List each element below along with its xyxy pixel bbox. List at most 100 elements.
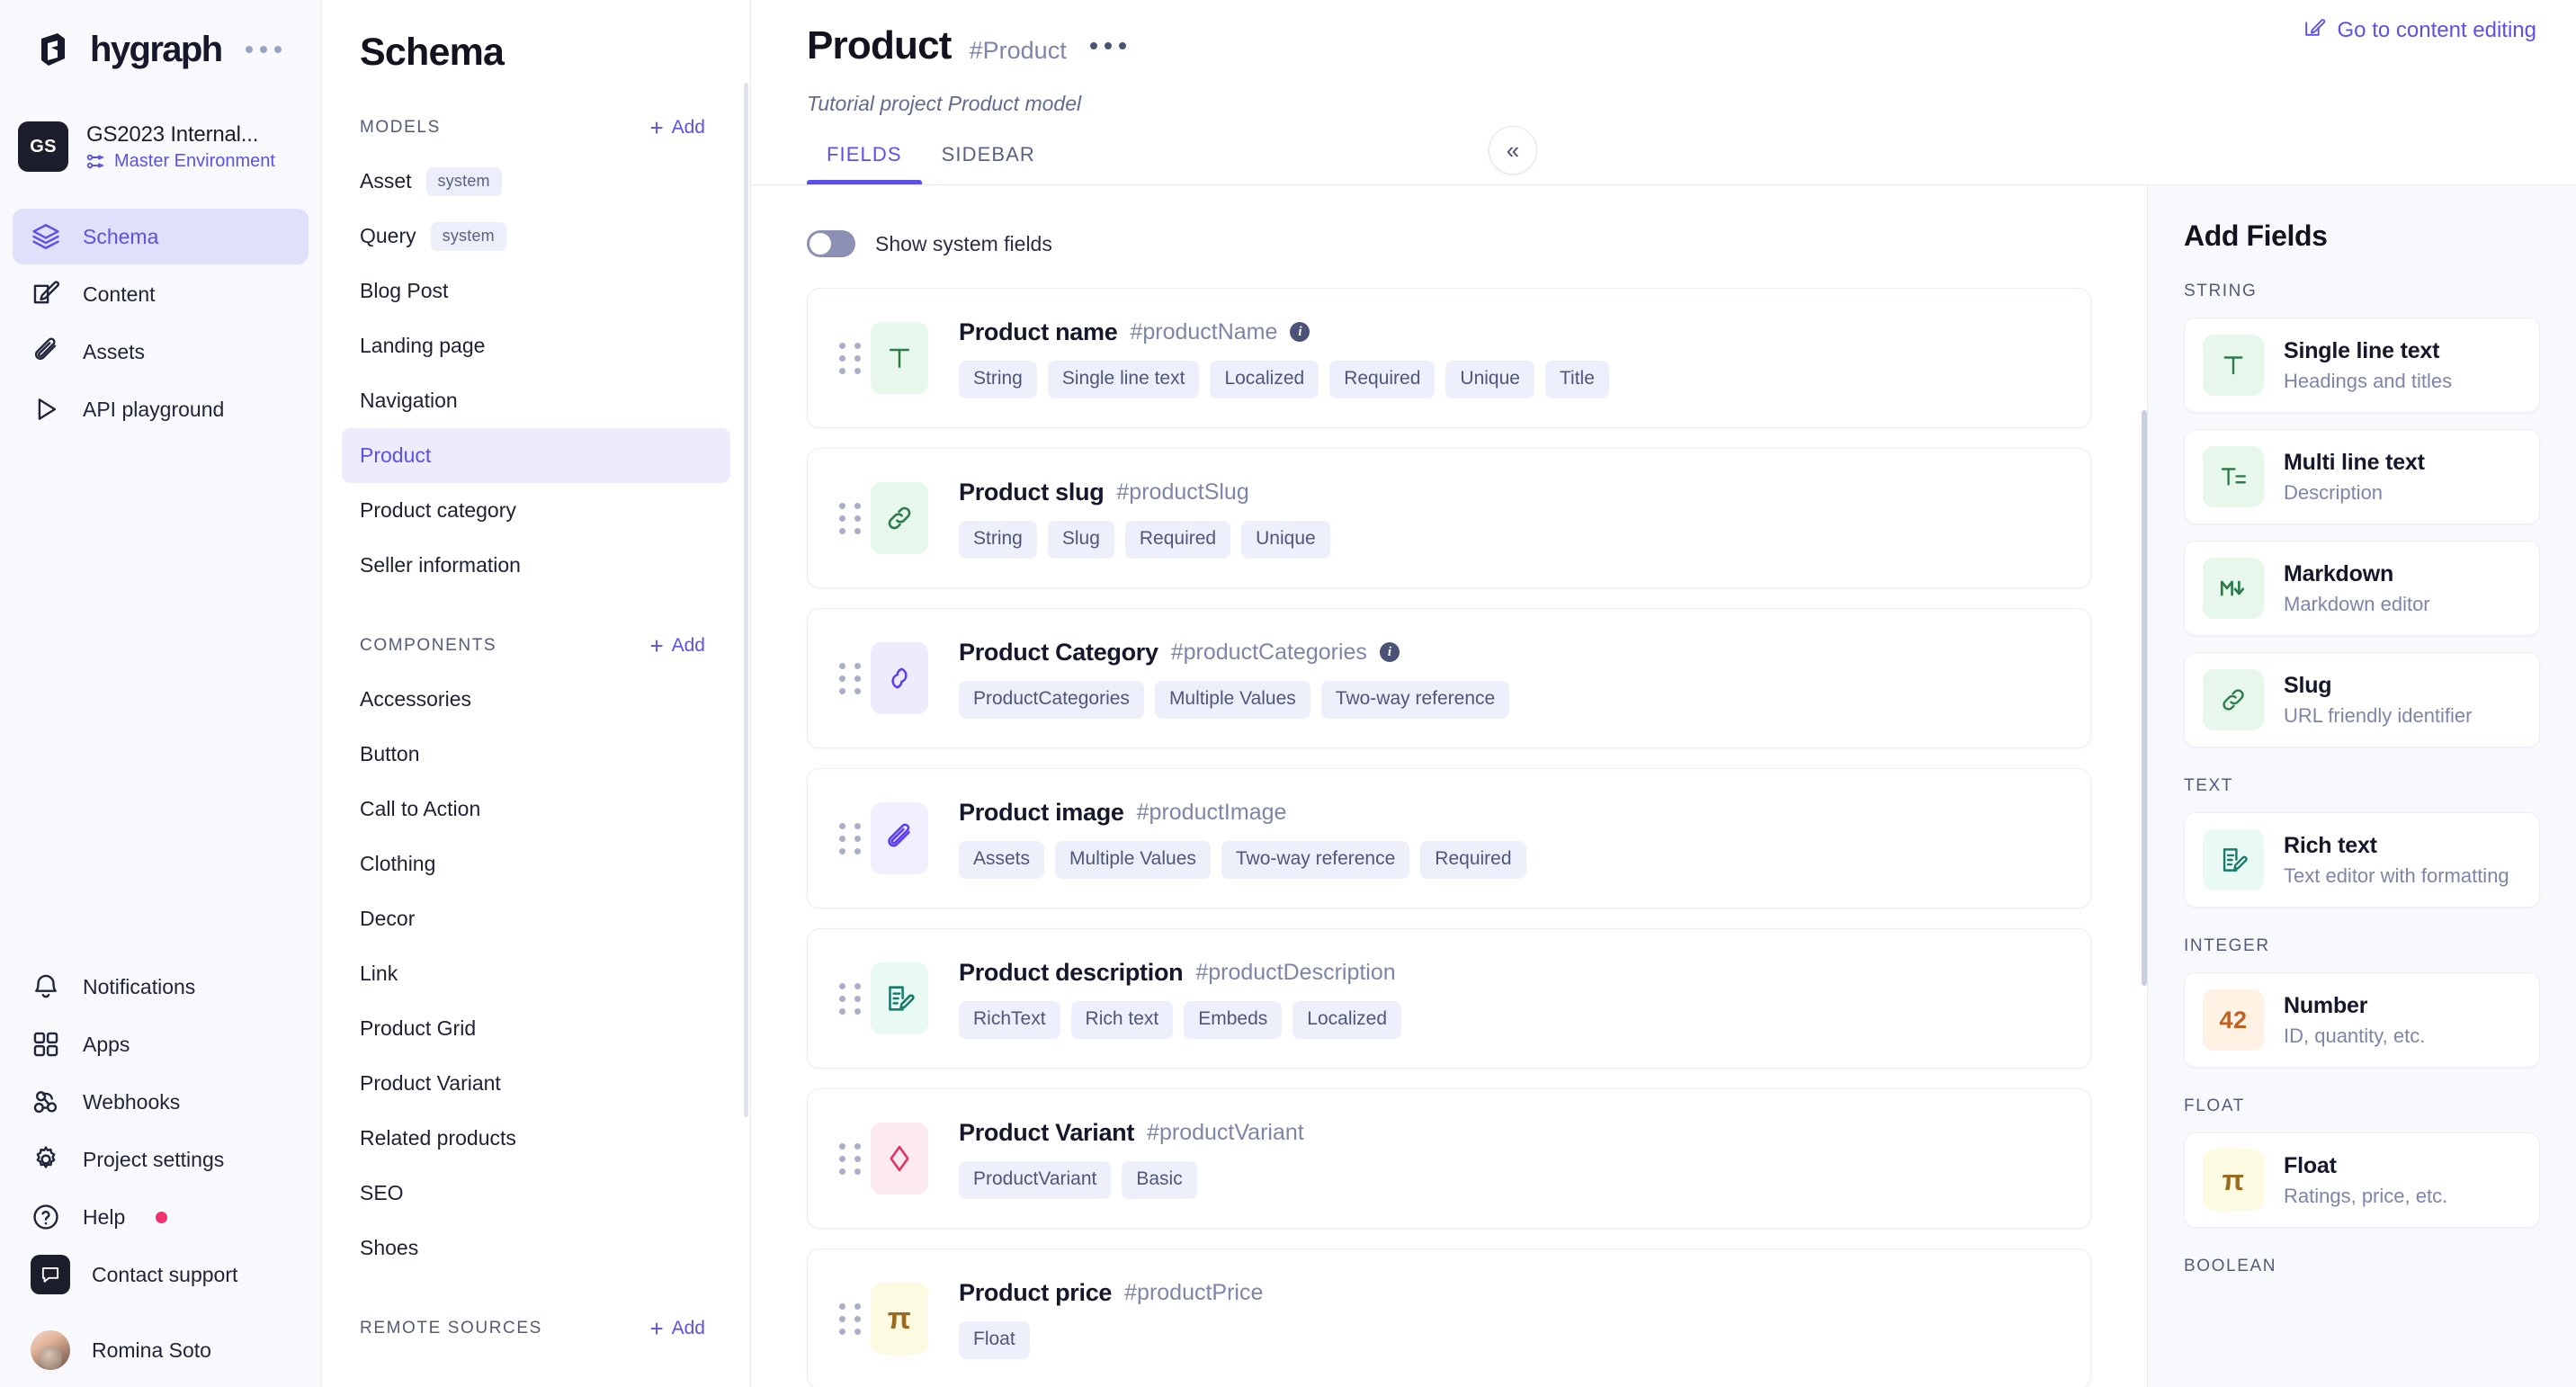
sidebar-item-assets[interactable]: Assets [13, 324, 309, 380]
schema-item-product-variant[interactable]: Product Variant [342, 1056, 730, 1111]
project-switcher[interactable]: GS GS2023 Internal... Master Environment [0, 117, 321, 176]
field-chip: RichText [959, 1000, 1060, 1039]
add-remote-sources-button[interactable]: + Add [649, 1317, 705, 1340]
add-field-description: Headings and titles [2284, 369, 2453, 392]
paperclip-icon [871, 802, 928, 874]
schema-item-label: Asset [360, 169, 412, 192]
field-chips: Float [959, 1320, 1263, 1359]
add-field-card-multi-line-text[interactable]: Multi line text Description [2184, 429, 2540, 524]
add-field-card-number[interactable]: 42 Number ID, quantity, etc. [2184, 972, 2540, 1068]
sidebar-item-contact-support[interactable]: Contact support [13, 1247, 309, 1302]
drag-handle[interactable] [829, 1302, 871, 1335]
schema-item-related-products[interactable]: Related products [342, 1111, 730, 1166]
markdown-icon [2203, 558, 2264, 619]
sidebar-item-help[interactable]: Help [13, 1189, 309, 1245]
schema-group-header: REMOTE SOURCES + Add [322, 1315, 750, 1342]
drag-handle[interactable] [829, 1142, 871, 1175]
field-chip: Assets [959, 840, 1045, 879]
schema-item-label: Button [360, 742, 420, 765]
field-chip: Multiple Values [1154, 680, 1310, 719]
field-chips: Assets Multiple Values Two-way reference Re… [959, 840, 1526, 879]
add-field-name: Float [2284, 1152, 2337, 1178]
schema-item-seller-information[interactable]: Seller information [342, 538, 730, 593]
webhook-icon [31, 1087, 61, 1117]
sidebar-item-apps[interactable]: Apps [13, 1016, 309, 1072]
schema-item-label: Call to Action [360, 797, 481, 820]
field-chip: Basic [1122, 1160, 1197, 1199]
add-field-name: Slug [2284, 672, 2332, 698]
user-menu[interactable]: Romina Soto [13, 1322, 309, 1378]
sidebar-item-label: Notifications [83, 974, 196, 998]
info-icon[interactable]: i [1379, 642, 1400, 662]
field-name: Product Category [959, 638, 1158, 666]
schema-item-accessories[interactable]: Accessories [342, 672, 730, 727]
drag-handle[interactable] [829, 982, 871, 1015]
schema-item-product-category[interactable]: Product category [342, 483, 730, 538]
field-chips: RichText Rich text Embeds Localized [959, 1000, 1402, 1039]
field-card[interactable]: Product description #productDescription Ri… [807, 928, 2091, 1069]
field-card[interactable]: π Product price #productPrice Float [807, 1248, 2091, 1387]
model-overflow-menu-icon[interactable] [1089, 42, 1126, 49]
sidebar-item-api-playground[interactable]: API playground [13, 381, 309, 437]
schema-item-button[interactable]: Button [342, 727, 730, 782]
add-field-name: Number [2284, 992, 2368, 1018]
tab-fields[interactable]: FIELDS [807, 143, 922, 184]
schema-item-label: Product [360, 443, 432, 467]
sidebar-item-project-settings[interactable]: Project settings [13, 1132, 309, 1187]
field-card[interactable]: Product name #productName i String Single li… [807, 288, 2091, 428]
environment-selector[interactable]: Master Environment [86, 151, 275, 172]
schema-item-call-to-action[interactable]: Call to Action [342, 782, 730, 837]
add-field-card-single-line-text[interactable]: Single line text Headings and titles [2184, 318, 2540, 413]
schema-item-clothing[interactable]: Clothing [342, 837, 730, 891]
add-field-card-slug[interactable]: Slug URL friendly identifier [2184, 652, 2540, 747]
add-field-card-markdown[interactable]: Markdown Markdown editor [2184, 541, 2540, 636]
schema-item-link[interactable]: Link [342, 946, 730, 1001]
field-chip: Title [1544, 360, 1609, 398]
schema-item-navigation[interactable]: Navigation [342, 373, 730, 428]
field-chip: Embeds [1184, 1000, 1283, 1039]
play-icon [31, 394, 61, 425]
drag-handle[interactable] [829, 662, 871, 694]
field-name: Product price [959, 1278, 1113, 1306]
add-models-button[interactable]: + Add [649, 116, 705, 139]
pencil-square-icon [31, 279, 61, 309]
schema-item-asset[interactable]: Asset system [342, 154, 730, 209]
schema-item-landing-page[interactable]: Landing page [342, 318, 730, 373]
sidebar-item-schema[interactable]: Schema [13, 209, 309, 264]
schema-scrollbar[interactable] [744, 83, 748, 1117]
app-logo[interactable]: hygraph [0, 0, 321, 69]
field-card[interactable]: Product image #productImage Assets Multiple… [807, 768, 2091, 908]
schema-item-seo[interactable]: SEO [342, 1166, 730, 1221]
add-components-button[interactable]: + Add [649, 634, 705, 658]
schema-item-product[interactable]: Product [342, 428, 730, 483]
schema-item-decor[interactable]: Decor [342, 891, 730, 946]
field-chip: Required [1329, 360, 1436, 398]
schema-item-query[interactable]: Query system [342, 209, 730, 264]
sidebar-item-content[interactable]: Content [13, 266, 309, 322]
add-field-card-float[interactable]: π Float Ratings, price, etc. [2184, 1132, 2540, 1228]
field-card[interactable]: Product Category #productCategories i Produ… [807, 608, 2091, 748]
chevron-double-left-icon: « [1506, 136, 1520, 164]
drag-handle[interactable] [829, 342, 871, 374]
schema-item-product-grid[interactable]: Product Grid [342, 1001, 730, 1056]
field-card[interactable]: Product Variant #productVariant ProductVar… [807, 1088, 2091, 1229]
collapse-panel-button[interactable]: « [1489, 126, 1537, 174]
tab-sidebar[interactable]: SIDEBAR [922, 143, 1055, 184]
sidebar-item-notifications[interactable]: Notifications [13, 959, 309, 1015]
sidebar-item-webhooks[interactable]: Webhooks [13, 1074, 309, 1130]
drag-handle[interactable] [829, 502, 871, 534]
schema-item-blog-post[interactable]: Blog Post [342, 264, 730, 318]
logo-overflow-menu-icon[interactable] [245, 46, 282, 53]
link-icon [871, 482, 928, 554]
field-card[interactable]: Product slug #productSlug String Slug Requir… [807, 448, 2091, 588]
show-system-fields-toggle[interactable] [807, 230, 855, 257]
avatar [31, 1330, 70, 1370]
info-icon[interactable]: i [1290, 322, 1310, 342]
notification-badge [156, 1211, 168, 1223]
text-t-icon [2203, 335, 2264, 396]
add-field-card-rich-text[interactable]: Rich text Text editor with formatting [2184, 812, 2540, 908]
question-circle-icon [31, 1202, 61, 1232]
drag-handle[interactable] [829, 822, 871, 855]
schema-item-shoes[interactable]: Shoes [342, 1221, 730, 1275]
reference-icon [871, 642, 928, 714]
